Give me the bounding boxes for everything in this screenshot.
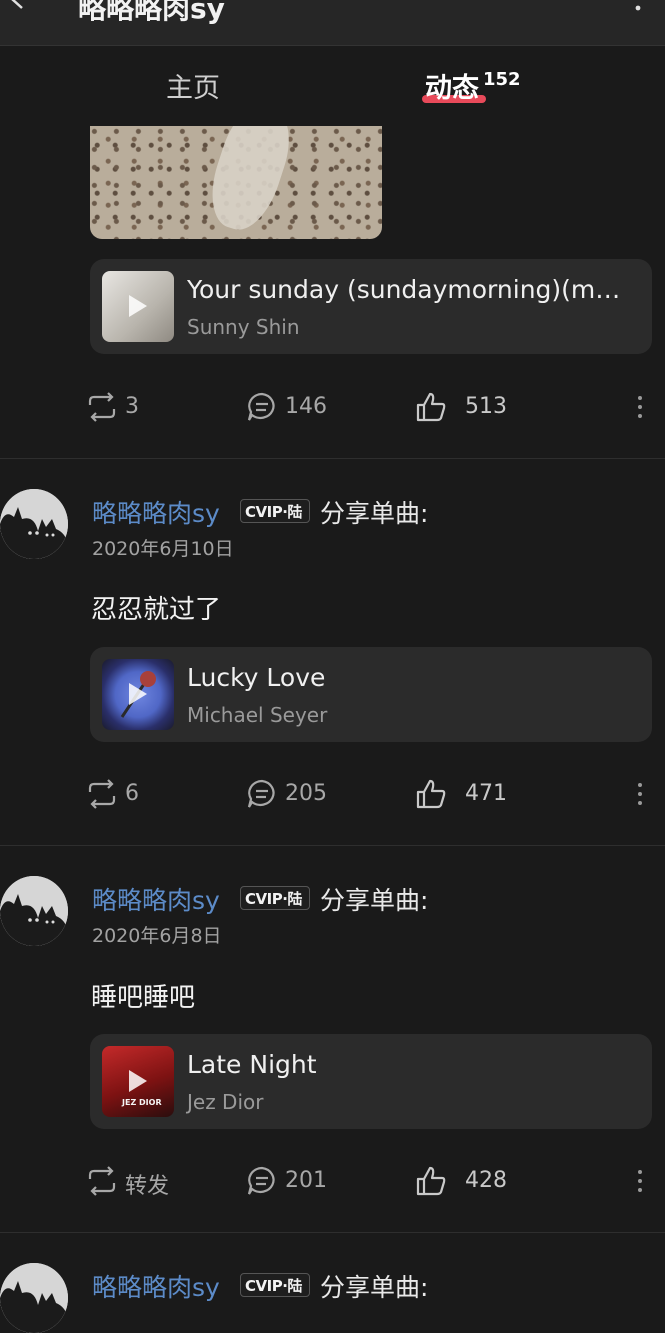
post-photo[interactable] [90,126,382,239]
thumbs-up-icon [416,779,446,809]
cats-avatar-image [0,876,68,946]
post-actions: 3 146 513 [0,386,665,430]
photo-subject [200,126,300,238]
post-divider [0,845,665,846]
username[interactable]: 略略略肉sy [92,1268,220,1304]
more-vertical-icon [638,783,642,805]
more-vertical-icon [638,396,642,418]
post-more-button[interactable] [632,773,648,817]
tab-home[interactable]: 主页 [166,66,220,105]
play-icon [129,295,147,317]
post-more-button[interactable] [632,1160,648,1204]
post-more-button[interactable] [632,386,648,430]
vip-badge: CVIP·陆 [240,886,310,910]
comment-count: 146 [285,394,327,419]
post-date: 2020年6月8日 [92,925,222,947]
comment-icon [247,1166,275,1195]
thumbs-up-icon [416,1166,446,1196]
share-label: 分享单曲: [320,1273,429,1302]
tab-feed[interactable]: 动态 [425,66,479,105]
like-count: 428 [465,1168,507,1193]
avatar[interactable] [0,1263,68,1333]
song-artist: Jez Dior [187,1090,264,1114]
repost-icon [88,392,116,422]
chevron-left-icon[interactable] [2,0,32,14]
like-count: 471 [465,781,507,806]
username[interactable]: 略略略肉sy [92,494,220,530]
album-cover-text: JEZ DIOR [122,1098,162,1107]
repost-count: 3 [125,394,139,419]
vip-badge-text: CVIP·陆 [245,1277,302,1295]
repost-icon [88,779,116,809]
vip-badge-text: CVIP·陆 [245,503,302,521]
avatar[interactable] [0,489,68,559]
avatar[interactable] [0,876,68,946]
share-label: 分享单曲: [320,886,429,915]
comment-count: 205 [285,781,327,806]
play-icon [129,683,147,705]
song-card[interactable]: JEZ DIOR Late Night Jez Dior [90,1034,652,1129]
repost-count: 6 [125,781,139,806]
username[interactable]: 略略略肉sy [92,881,220,917]
song-card[interactable]: Your sunday (sundaymorning)(m… Sunny Shi… [90,259,652,354]
album-cover [102,271,174,342]
post-text: 忍忍就过了 [91,595,222,625]
repost-icon [88,1166,116,1196]
post-text: 睡吧睡吧 [91,983,196,1013]
top-bar: 略略略肉sy [0,0,665,46]
song-title: Late Night [187,1050,317,1079]
share-label: 分享单曲: [320,499,429,528]
page-title: 略略略肉sy [78,0,225,25]
profile-tabs: 主页 动态 152 [0,46,665,126]
comment-icon [247,392,275,421]
play-icon [129,1070,147,1092]
post-divider [0,458,665,459]
vip-badge-text: CVIP·陆 [245,890,302,908]
comment-count: 201 [285,1168,327,1193]
cats-avatar-image [0,489,68,559]
vip-badge: CVIP·陆 [240,1273,310,1297]
more-vertical-icon[interactable] [633,0,643,16]
post-date: 2020年6月10日 [92,538,234,560]
album-cover [102,659,174,730]
post-actions: 转发 201 428 [0,1160,665,1204]
like-count: 513 [465,394,507,419]
song-artist: Michael Seyer [187,703,328,727]
post-divider [0,1232,665,1233]
thumbs-up-icon [416,392,446,422]
song-title: Lucky Love [187,663,326,692]
song-title: Your sunday (sundaymorning)(m… [187,275,621,304]
album-cover: JEZ DIOR [102,1046,174,1117]
tab-feed-count: 152 [483,69,521,90]
comment-icon [247,779,275,808]
post-actions: 6 205 471 [0,773,665,817]
vip-badge: CVIP·陆 [240,499,310,523]
more-vertical-icon [638,1170,642,1192]
repost-label: 转发 [125,1174,170,1199]
cats-avatar-image [0,1263,68,1333]
song-card[interactable]: Lucky Love Michael Seyer [90,647,652,742]
song-artist: Sunny Shin [187,315,300,339]
